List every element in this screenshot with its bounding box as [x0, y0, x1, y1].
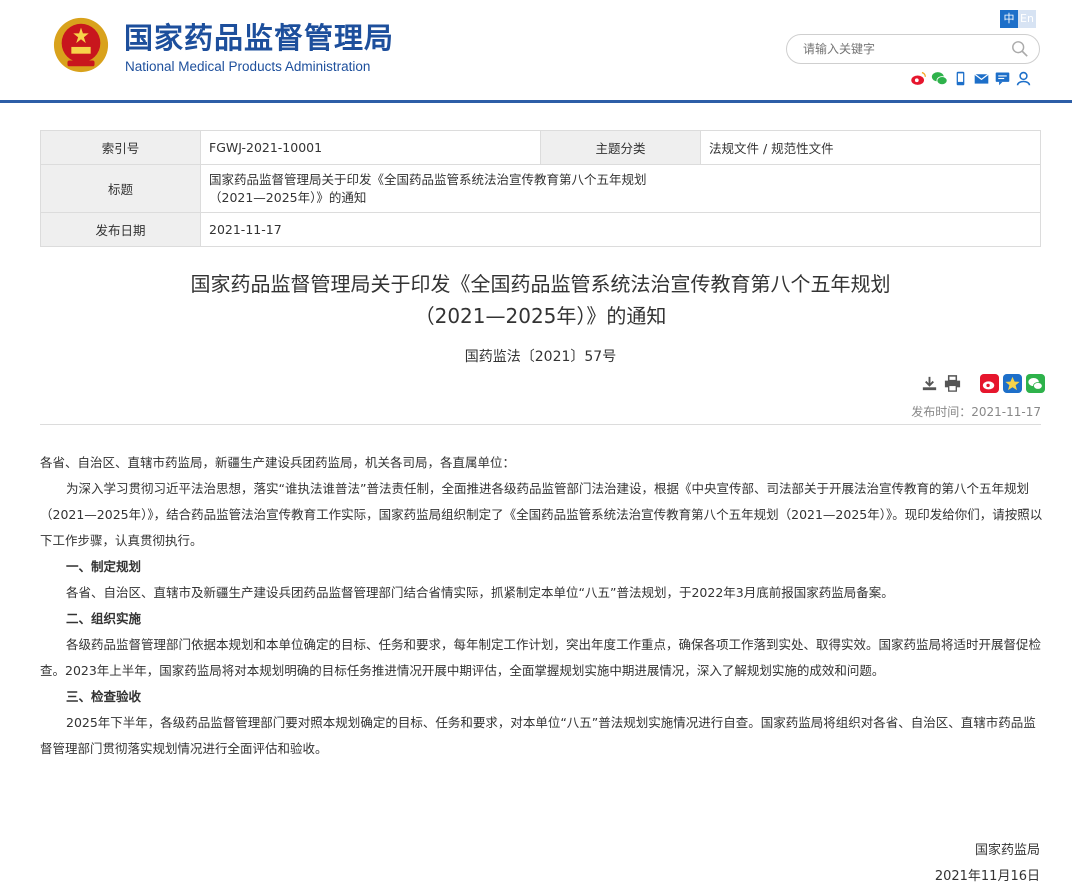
article-title-line1: 国家药品监督管理局关于印发《全国药品监管系统法治宣传教育第八个五年规划: [190, 272, 891, 296]
lang-en-button[interactable]: En: [1018, 10, 1036, 28]
article-body: 各省、自治区、直辖市药监局，新疆生产建设兵团药监局，机关各司局，各直属单位： 为…: [40, 450, 1045, 762]
title-value-line2: （2021—2025年）》的通知: [209, 189, 367, 205]
sign-date: 2021年11月16日: [934, 869, 1040, 884]
mail-icon[interactable]: [973, 70, 990, 87]
site-header: 国家药品监督管理局 National Medical Products Admi…: [0, 0, 1072, 103]
signature: 国家药监局: [974, 843, 1040, 858]
print-icon[interactable]: [943, 374, 962, 393]
article-title-line2: （2021—2025年）》的通知: [414, 304, 667, 328]
user-icon[interactable]: [1015, 70, 1032, 87]
site-title-en[interactable]: National Medical Products Administration: [125, 59, 370, 75]
language-switch: 中 En: [1000, 10, 1036, 28]
document-meta-table: 索引号 FGWJ-2021-10001 主题分类 法规文件 / 规范性文件 标题…: [40, 130, 1041, 247]
search-icon[interactable]: [1011, 40, 1029, 58]
header-share-icons: [910, 70, 1032, 87]
salutation: 各省、自治区、直辖市药监局，新疆生产建设兵团药监局，机关各司局，各直属单位：: [40, 455, 516, 470]
publish-time: 发布时间：2021-11-17: [911, 405, 1041, 419]
message-icon[interactable]: [994, 70, 1011, 87]
section-1-body: 各省、自治区、直辖市及新疆生产建设兵团药品监督管理部门结合省情实际，抓紧制定本单…: [66, 585, 894, 600]
share-qzone-icon[interactable]: [1003, 374, 1022, 393]
search-input[interactable]: [803, 40, 1003, 58]
title-value-line1: 国家药品监督管理局关于印发《全国药品监管系统法治宣传教育第八个五年规划: [209, 171, 647, 187]
document-number: 国药监法〔2021〕57号: [464, 349, 617, 365]
section-3-title: 三、检查验收: [66, 689, 142, 704]
section-3-body: 2025年下半年，各级药品监督管理部门要对照本规划确定的目标、任务和要求，对本单…: [40, 715, 1036, 756]
article-title: 国家药品监督管理局关于印发《全国药品监管系统法治宣传教育第八个五年规划 （202…: [0, 268, 1072, 332]
index-value: FGWJ-2021-10001: [200, 130, 541, 165]
category-label: 主题分类: [540, 130, 701, 165]
section-2-body: 各级药品监督管理部门依据本规划和本单位确定的目标、任务和要求，每年制定工作计划，…: [40, 637, 1042, 678]
index-label: 索引号: [40, 130, 201, 165]
wechat-icon[interactable]: [931, 70, 948, 87]
share-wechat-icon[interactable]: [1026, 374, 1045, 393]
download-icon[interactable]: [920, 374, 939, 393]
share-weibo-icon[interactable]: [980, 374, 999, 393]
weibo-icon[interactable]: [910, 70, 927, 87]
header-divider: [0, 100, 1072, 103]
article-tools: [916, 374, 1045, 393]
title-value: 国家药品监督管理局关于印发《全国药品监管系统法治宣传教育第八个五年规划 （202…: [200, 164, 1041, 213]
section-2-title: 二、组织实施: [66, 611, 142, 626]
mobile-icon[interactable]: [952, 70, 969, 87]
national-emblem-icon[interactable]: [52, 16, 110, 74]
site-title-cn[interactable]: 国家药品监督管理局: [124, 20, 394, 56]
title-label: 标题: [40, 164, 201, 213]
section-1-title: 一、制定规划: [66, 559, 142, 574]
date-value: 2021-11-17: [200, 212, 1041, 247]
article-divider: [40, 424, 1041, 425]
search-box: [786, 34, 1040, 64]
date-label: 发布日期: [40, 212, 201, 247]
lang-zh-button[interactable]: 中: [1000, 10, 1018, 28]
intro-paragraph: 为深入学习贯彻习近平法治思想，落实“谁执法谁普法”普法责任制，全面推进各级药品监…: [40, 481, 1043, 548]
category-value: 法规文件 / 规范性文件: [700, 130, 1041, 165]
